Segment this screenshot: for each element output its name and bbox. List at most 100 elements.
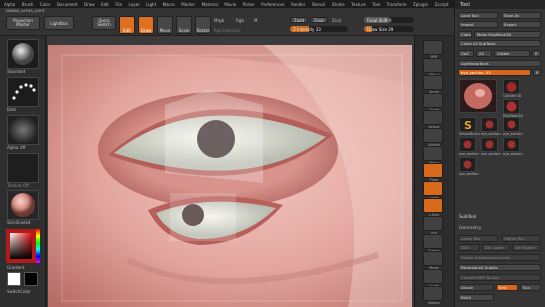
menu-item-preferences[interactable]: Preferences (261, 2, 285, 7)
eye-section-thumbnail-5[interactable] (503, 137, 520, 152)
brush-thumbnail[interactable] (7, 39, 39, 69)
cylinder3d-thumbnail[interactable] (503, 79, 520, 94)
shelf-button-aahalf[interactable] (423, 128, 443, 143)
scale-button[interactable]: Scale (176, 16, 192, 34)
m-toggle[interactable]: M (254, 18, 257, 23)
reuv-button[interactable]: ReUV (458, 294, 494, 301)
shelf-button-frame[interactable] (423, 233, 443, 249)
edit-button[interactable]: Edit (119, 16, 135, 34)
menu-item-stencil[interactable]: Stencil (312, 2, 326, 7)
make-polymesh-button[interactable]: Make PolyMesh3D (474, 31, 541, 38)
stroke-thumbnail[interactable] (7, 77, 39, 107)
menu-item-render[interactable]: Render (291, 2, 305, 7)
shelf-button-spix-3[interactable] (423, 57, 443, 73)
simplebrush-thumbnail[interactable]: S (459, 117, 476, 132)
switch-color-label[interactable]: SwitchColor (7, 289, 31, 294)
export-button[interactable]: Export (501, 21, 541, 28)
menu-item-macro[interactable]: Macro (163, 2, 175, 7)
menu-item-stroke[interactable]: Stroke (332, 2, 345, 7)
goz-button[interactable]: GoZ (458, 50, 474, 57)
menu-item-alpha[interactable]: Alpha (4, 2, 15, 7)
gradient-label[interactable]: Gradient (7, 265, 24, 270)
menu-item-draw[interactable]: Draw (84, 2, 94, 7)
primary-color-swatch[interactable] (7, 272, 21, 286)
rgb-intensity-slider[interactable]: Rgb Intensity (214, 28, 241, 33)
menu-item-texture[interactable]: Texture (351, 2, 366, 7)
menu-item-movie[interactable]: Movie (224, 2, 236, 7)
menu-item-material[interactable]: Material (202, 2, 218, 7)
current-tool-thumbnail[interactable] (459, 79, 497, 113)
menu-item-tool[interactable]: Tool (372, 2, 380, 7)
shelf-button-move[interactable] (423, 251, 443, 267)
shelf-button-actual[interactable] (423, 110, 443, 126)
eye-section-thumbnail-1[interactable] (481, 117, 498, 132)
draw-size-slider[interactable]: Draw Size 29 (364, 26, 414, 32)
del-lower-button[interactable]: Del Lower (482, 244, 510, 251)
menu-item-document[interactable]: Document (57, 2, 78, 7)
eye-section-thumbnail-2[interactable] (503, 117, 520, 132)
reconstruct-subdiv-button[interactable]: Reconstruct Subdiv (458, 264, 541, 271)
menu-item-zscript[interactable]: Zscript (435, 2, 449, 7)
move-button[interactable]: Move (157, 16, 173, 34)
menu-item-color[interactable]: Color (40, 2, 50, 7)
all-button[interactable]: All (476, 50, 492, 57)
document-canvas[interactable] (48, 45, 412, 307)
clone-all-subtools-button[interactable]: Clone All SubTools (458, 40, 541, 47)
color-picker[interactable] (6, 229, 40, 263)
tool-palette-title[interactable]: Tool (455, 0, 545, 9)
menu-item-layer[interactable]: Layer (129, 2, 140, 7)
alpha-thumbnail[interactable] (7, 115, 39, 145)
suv-button[interactable]: Suv (520, 284, 541, 291)
z-intensity-slider[interactable]: Z Intensity 33 (290, 26, 348, 32)
polymesh3d-thumbnail[interactable] (503, 99, 520, 114)
material-thumbnail[interactable] (7, 190, 39, 220)
convert-bpr-button[interactable]: Convert BPR To Geo (458, 274, 541, 281)
import-button[interactable]: Import (458, 21, 498, 28)
projection-master-button[interactable]: Projection Master (6, 16, 40, 30)
shelf-button-scroll[interactable] (423, 75, 443, 91)
menu-item-zplugin[interactable]: Zplugin (413, 2, 428, 7)
menu-item-brush[interactable]: Brush (22, 2, 34, 7)
shelf-button-scale[interactable] (423, 268, 443, 284)
eye-section-thumbnail-3[interactable] (459, 137, 476, 152)
shelf-button-floor[interactable] (423, 163, 443, 179)
higher-res-button[interactable]: Higher Res (501, 235, 541, 242)
eye-section-thumbnail-6[interactable] (459, 157, 476, 172)
mrgb-toggle[interactable]: Mrgb (214, 18, 224, 23)
menu-item-file[interactable]: File (115, 2, 122, 7)
smt-button[interactable]: Smt (496, 284, 518, 291)
zsub-button[interactable]: Zsub (310, 17, 328, 23)
visible-button[interactable]: Visible (494, 50, 530, 57)
menu-item-marker[interactable]: Marker (181, 2, 195, 7)
texture-thumbnail[interactable] (7, 153, 39, 183)
clone-button[interactable]: Clone (458, 31, 472, 38)
quick-sketch-button[interactable]: Quick Sketch (92, 16, 116, 30)
load-tool-button[interactable]: Load Tool (458, 12, 498, 19)
menu-item-edit[interactable]: Edit (101, 2, 109, 7)
freeze-subdivision-button[interactable]: Freeze SubDivision Levels (458, 254, 541, 261)
menu-item-light[interactable]: Light (146, 2, 156, 7)
lightbox-button[interactable]: LightBox (44, 16, 74, 30)
geometry-header[interactable]: Geometry (459, 226, 481, 231)
shelf-button-xyz[interactable] (423, 216, 443, 231)
shelf-button-l-sym[interactable] (423, 198, 443, 214)
save-as-button[interactable]: Save As (501, 12, 541, 19)
zadd-button[interactable]: Zadd (290, 17, 308, 23)
del-higher-button[interactable]: Del Higher (512, 244, 541, 251)
eye-section-thumbnail-4[interactable] (481, 137, 498, 152)
r2-button[interactable]: R (533, 69, 541, 76)
focal-shift-slider[interactable]: Focal Shift 0 (364, 17, 414, 23)
rgb-toggle[interactable]: Rgb (236, 18, 244, 23)
shelf-button-bpr[interactable] (423, 40, 443, 55)
menu-item-picker[interactable]: Picker (243, 2, 255, 7)
shelf-button-zoom[interactable] (423, 92, 443, 108)
lower-res-button[interactable]: Lower Res (458, 235, 498, 242)
shelf-button-local[interactable] (423, 180, 443, 196)
zcut-toggle[interactable]: Zcut (332, 18, 341, 23)
shelf-button-rotate[interactable] (423, 286, 443, 302)
subtool-header[interactable]: SubTool (459, 215, 476, 220)
shelf-button-persp[interactable] (423, 145, 443, 161)
secondary-color-swatch[interactable] (24, 272, 38, 286)
current-tool-slider[interactable]: eye_section. 55 (458, 69, 531, 76)
rotate-button[interactable]: Rotate (195, 16, 211, 34)
